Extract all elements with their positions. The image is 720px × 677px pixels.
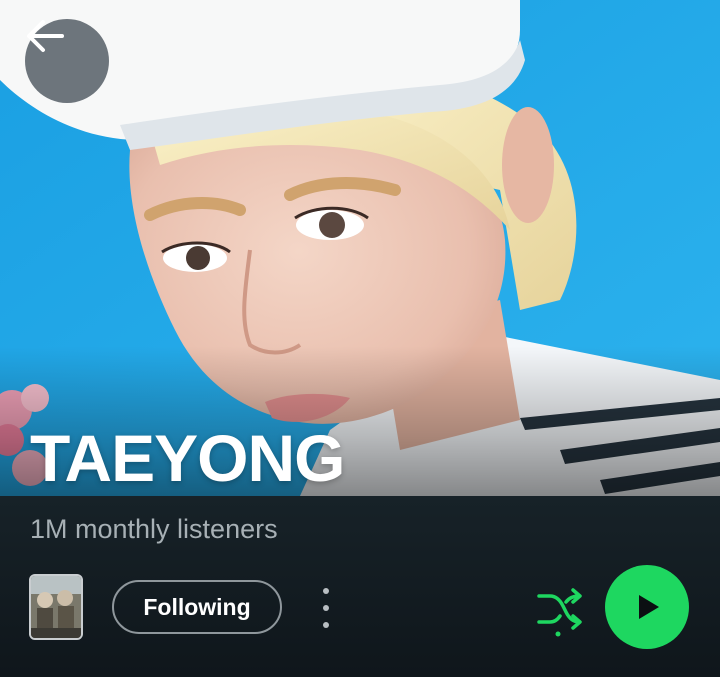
more-vertical-icon xyxy=(323,588,329,594)
more-options-button[interactable] xyxy=(312,588,340,628)
play-icon xyxy=(639,595,659,619)
artist-hero-image: TAEYONG xyxy=(0,0,720,496)
back-button[interactable] xyxy=(25,19,109,103)
play-button[interactable] xyxy=(605,565,689,649)
shuffle-button[interactable] xyxy=(536,588,584,638)
shuffle-icon xyxy=(537,588,582,637)
artist-controls-panel: 1M monthly listeners Following xyxy=(0,496,720,677)
artist-page: TAEYONG 1M monthly listeners Following xyxy=(0,0,720,677)
album-cover-thumbnail[interactable] xyxy=(29,574,83,640)
album-cover-image xyxy=(31,576,81,638)
artist-name: TAEYONG xyxy=(30,421,345,495)
following-button[interactable]: Following xyxy=(112,580,282,634)
monthly-listeners: 1M monthly listeners xyxy=(30,514,278,544)
arrow-left-icon xyxy=(27,20,64,52)
